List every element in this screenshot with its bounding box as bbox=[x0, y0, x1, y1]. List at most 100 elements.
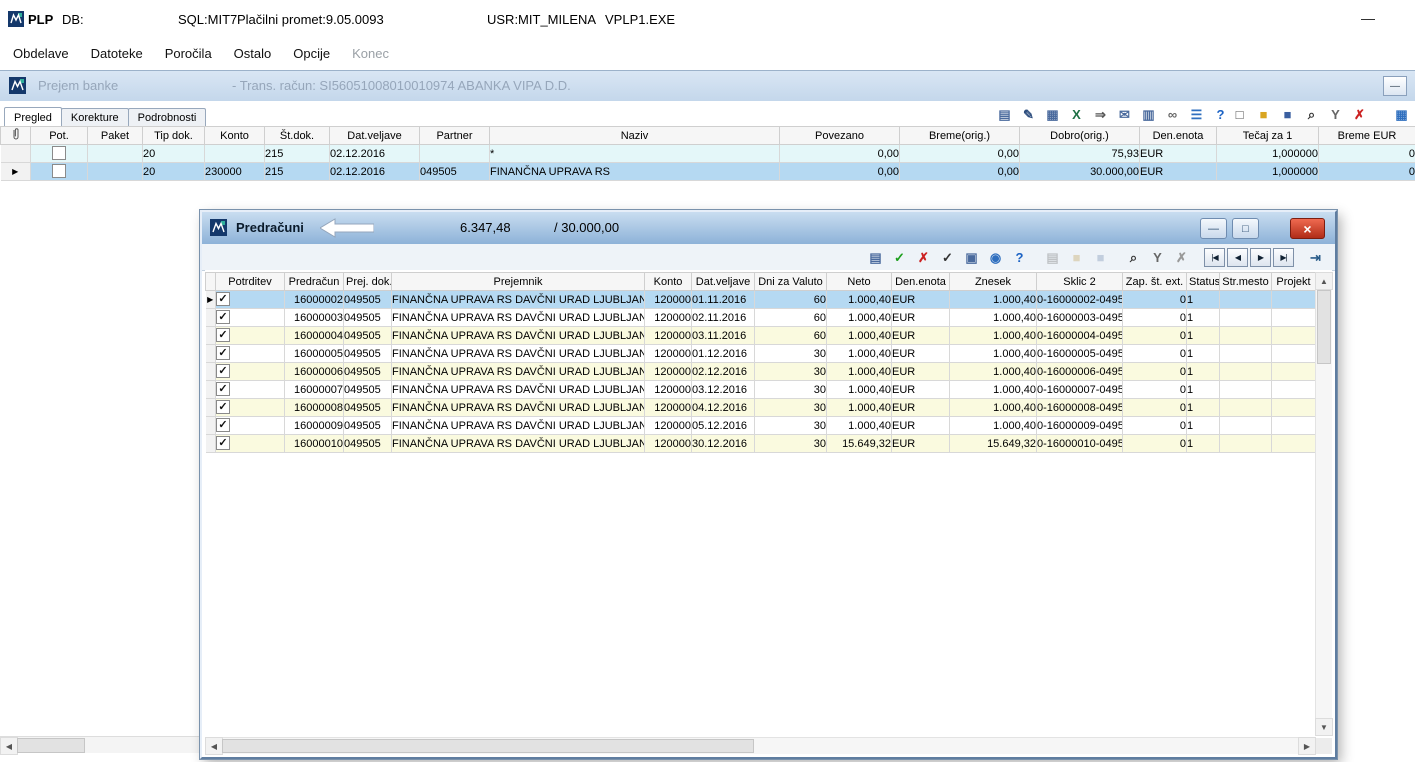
column-header[interactable]: Zap. št. ext. bbox=[1123, 273, 1187, 291]
child-minimize-button[interactable]: — bbox=[1383, 76, 1407, 96]
row-checkbox[interactable] bbox=[52, 146, 66, 160]
menu-item-datoteke[interactable]: Datoteke bbox=[80, 43, 154, 64]
globe-icon[interactable]: ◉ bbox=[984, 246, 1007, 268]
nav-next-icon[interactable]: ▶ bbox=[1250, 248, 1271, 267]
nav-last-icon[interactable]: ▶| bbox=[1273, 248, 1294, 267]
tab-pregled[interactable]: Pregled bbox=[4, 107, 62, 126]
column-header[interactable]: Breme(orig.) bbox=[900, 127, 1020, 145]
nav-prev-icon[interactable]: ◀ bbox=[1227, 248, 1248, 267]
column-header[interactable]: Partner bbox=[420, 127, 490, 145]
column-header[interactable]: Znesek bbox=[950, 273, 1037, 291]
datagrid-icon[interactable]: ▦ bbox=[1041, 103, 1064, 125]
modal-close-button[interactable]: × bbox=[1290, 218, 1325, 239]
table-row[interactable]: 16000009 049505 FINANČNA UPRAVA RS DAVČN… bbox=[206, 417, 1316, 435]
scroll-left-icon[interactable]: ◀ bbox=[205, 737, 223, 755]
menu-item-opcije[interactable]: Opcije bbox=[282, 43, 341, 64]
column-header[interactable]: Konto bbox=[645, 273, 692, 291]
tab-podrobnosti[interactable]: Podrobnosti bbox=[128, 108, 207, 126]
column-header[interactable]: Pot. bbox=[31, 127, 88, 145]
app-minimize-button[interactable]: — bbox=[1361, 10, 1375, 26]
scrollbar-thumb[interactable] bbox=[222, 739, 754, 753]
column-header[interactable]: Dat.veljave bbox=[692, 273, 755, 291]
report-icon[interactable]: ▤ bbox=[993, 103, 1016, 125]
column-header[interactable]: Den.enota bbox=[892, 273, 950, 291]
help-icon[interactable]: ? bbox=[1008, 246, 1031, 268]
new-document-icon[interactable]: □ bbox=[1228, 103, 1251, 125]
menu-item-obdelave[interactable]: Obdelave bbox=[2, 43, 80, 64]
column-header[interactable]: Predračun bbox=[285, 273, 344, 291]
save-icon[interactable]: ■ bbox=[1089, 246, 1112, 268]
column-header[interactable]: Št.dok. bbox=[265, 127, 330, 145]
column-header[interactable]: Dobro(orig.) bbox=[1020, 127, 1140, 145]
scroll-down-icon[interactable]: ▼ bbox=[1315, 718, 1333, 736]
search-icon[interactable]: ⌕ bbox=[1122, 246, 1145, 268]
column-header[interactable]: Prej. dok. bbox=[344, 273, 392, 291]
confirm-checkbox[interactable] bbox=[216, 400, 230, 414]
modal-minimize-button[interactable]: — bbox=[1200, 218, 1227, 239]
column-header[interactable]: Povezano bbox=[780, 127, 900, 145]
table-row[interactable]: 16000004 049505 FINANČNA UPRAVA RS DAVČN… bbox=[206, 327, 1316, 345]
print-icon[interactable]: ▤ bbox=[1041, 246, 1064, 268]
tab-korekture[interactable]: Korekture bbox=[61, 108, 129, 126]
menu-item-konec[interactable]: Konec bbox=[341, 43, 400, 64]
open-folder-icon[interactable]: ■ bbox=[1065, 246, 1088, 268]
column-header[interactable]: Prejemnik bbox=[392, 273, 645, 291]
open-folder-icon[interactable]: ■ bbox=[1252, 103, 1275, 125]
column-header[interactable]: Potrditev bbox=[216, 273, 285, 291]
scrollbar-thumb[interactable] bbox=[1317, 290, 1331, 364]
column-header[interactable]: Paket bbox=[88, 127, 143, 145]
confirm-checkbox[interactable] bbox=[216, 418, 230, 432]
exit-icon[interactable]: ⇥ bbox=[1304, 246, 1327, 268]
search-icon[interactable]: ⌕ bbox=[1300, 103, 1323, 125]
scroll-left-icon[interactable]: ◀ bbox=[0, 737, 18, 755]
column-header[interactable]: Neto bbox=[827, 273, 892, 291]
column-header[interactable]: Den.enota bbox=[1140, 127, 1217, 145]
save-icon[interactable]: ■ bbox=[1276, 103, 1299, 125]
attachment-column-header[interactable] bbox=[1, 127, 31, 145]
column-header[interactable]: Projekt bbox=[1272, 273, 1316, 291]
cancel-all-icon[interactable]: ✗ bbox=[912, 246, 935, 268]
column-header[interactable]: Dni za Valuto bbox=[755, 273, 827, 291]
row-checkbox[interactable] bbox=[52, 164, 66, 178]
confirm-checkbox[interactable] bbox=[216, 310, 230, 324]
copy-icon[interactable]: ▣ bbox=[960, 246, 983, 268]
clear-filter-icon[interactable]: ✗ bbox=[1170, 246, 1193, 268]
columns-icon[interactable]: ▥ bbox=[1137, 103, 1160, 125]
menu-item-ostalo[interactable]: Ostalo bbox=[223, 43, 283, 64]
filter-icon[interactable]: Y bbox=[1146, 246, 1169, 268]
menu-item-porocila[interactable]: Poročila bbox=[154, 43, 223, 64]
table-row[interactable]: 16000007 049505 FINANČNA UPRAVA RS DAVČN… bbox=[206, 381, 1316, 399]
table-row[interactable]: 20 230000 215 02.12.2016 049505 FINANČNA… bbox=[1, 163, 1415, 181]
confirm-checkbox[interactable] bbox=[216, 436, 230, 450]
window-grid-icon[interactable]: ▦ bbox=[1390, 103, 1413, 125]
edit-icon[interactable]: ✎ bbox=[1017, 103, 1040, 125]
column-header[interactable]: Dat.veljave bbox=[330, 127, 420, 145]
attachment-icon[interactable]: ∞ bbox=[1161, 103, 1184, 125]
excel-export-icon[interactable]: X bbox=[1065, 103, 1088, 125]
report-icon[interactable]: ▤ bbox=[864, 246, 887, 268]
column-header[interactable]: Konto bbox=[205, 127, 265, 145]
confirm-checkbox[interactable] bbox=[216, 364, 230, 378]
column-header[interactable]: Breme EUR bbox=[1319, 127, 1415, 145]
table-row[interactable]: 16000002 049505 FINANČNA UPRAVA RS DAVČN… bbox=[206, 291, 1316, 309]
filter-icon[interactable]: Y bbox=[1324, 103, 1347, 125]
column-header[interactable]: Status bbox=[1187, 273, 1220, 291]
table-row[interactable]: 16000008 049505 FINANČNA UPRAVA RS DAVČN… bbox=[206, 399, 1316, 417]
column-header[interactable]: Str.mesto bbox=[1220, 273, 1272, 291]
table-row[interactable]: 16000003 049505 FINANČNA UPRAVA RS DAVČN… bbox=[206, 309, 1316, 327]
modal-maximize-button[interactable]: □ bbox=[1232, 218, 1259, 239]
scroll-right-icon[interactable]: ▶ bbox=[1298, 737, 1316, 755]
mail-icon[interactable]: ✉ bbox=[1113, 103, 1136, 125]
modal-titlebar[interactable]: Predračuni 6.347,48 / 30.000,00 — □ × bbox=[202, 212, 1335, 245]
confirm-checkbox[interactable] bbox=[216, 328, 230, 342]
column-header[interactable]: Tečaj za 1 bbox=[1217, 127, 1319, 145]
table-row[interactable]: 16000010 049505 FINANČNA UPRAVA RS DAVČN… bbox=[206, 435, 1316, 453]
message-icon[interactable]: ☰ bbox=[1185, 103, 1208, 125]
close-icon[interactable]: ✗ bbox=[1348, 103, 1371, 125]
column-header[interactable]: Sklic 2 bbox=[1037, 273, 1123, 291]
scrollbar-thumb[interactable] bbox=[17, 738, 85, 753]
export-icon[interactable]: ⇒ bbox=[1089, 103, 1112, 125]
confirm-all-icon[interactable]: ✓ bbox=[888, 246, 911, 268]
table-row[interactable]: 16000005 049505 FINANČNA UPRAVA RS DAVČN… bbox=[206, 345, 1316, 363]
confirm-icon[interactable]: ✓ bbox=[936, 246, 959, 268]
